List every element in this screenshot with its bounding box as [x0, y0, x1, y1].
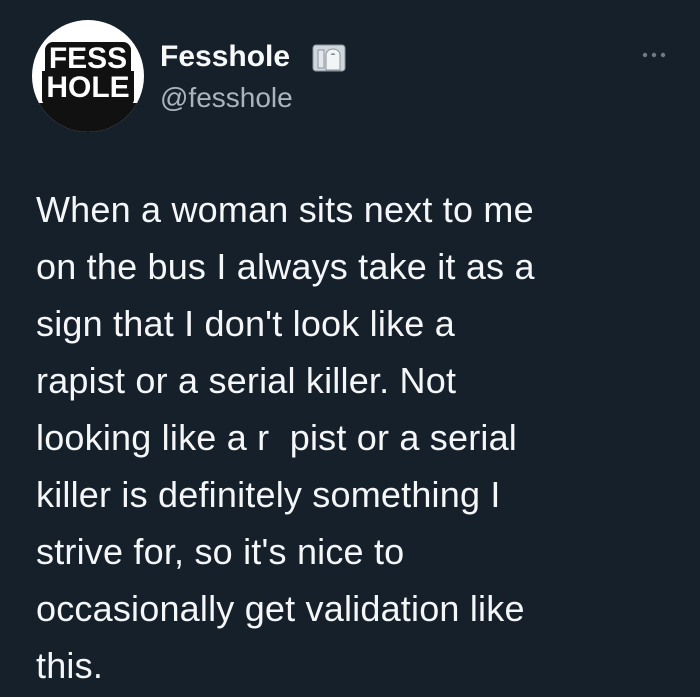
tweet-text-line-6: killer is definitely something I: [36, 474, 501, 515]
tweet-text-line-9: this.: [36, 645, 104, 686]
more-dots-icon: [642, 51, 666, 59]
display-name[interactable]: Fesshole: [160, 40, 290, 74]
tweet-text-line-2: on the bus I always take it as a: [36, 246, 535, 287]
avatar[interactable]: FESS HOLE: [32, 20, 144, 132]
avatar-shade: [32, 103, 144, 132]
user-handle[interactable]: @fesshole: [160, 82, 293, 114]
avatar-text-line-1: FESS: [32, 42, 144, 75]
more-options-button[interactable]: [636, 44, 672, 66]
toilet-paper-icon: [312, 44, 346, 72]
tweet-text: When a woman sits next to me on the bus …: [36, 181, 676, 694]
tweet-text-line-5: looking like a r pist or a serial: [36, 417, 518, 458]
tweet-card: FESS HOLE Fesshole @fesshole When a woma…: [0, 0, 700, 697]
tweet-text-line-7: strive for, so it's nice to: [36, 531, 405, 572]
tweet-text-line-1: When a woman sits next to me: [36, 189, 534, 230]
avatar-text-line-2: HOLE: [32, 71, 144, 104]
tweet-text-line-3: sign that I don't look like a: [36, 303, 455, 344]
tweet-text-line-4: rapist or a serial killer. Not: [36, 360, 457, 401]
tweet-text-line-8: occasionally get validation like: [36, 588, 525, 629]
